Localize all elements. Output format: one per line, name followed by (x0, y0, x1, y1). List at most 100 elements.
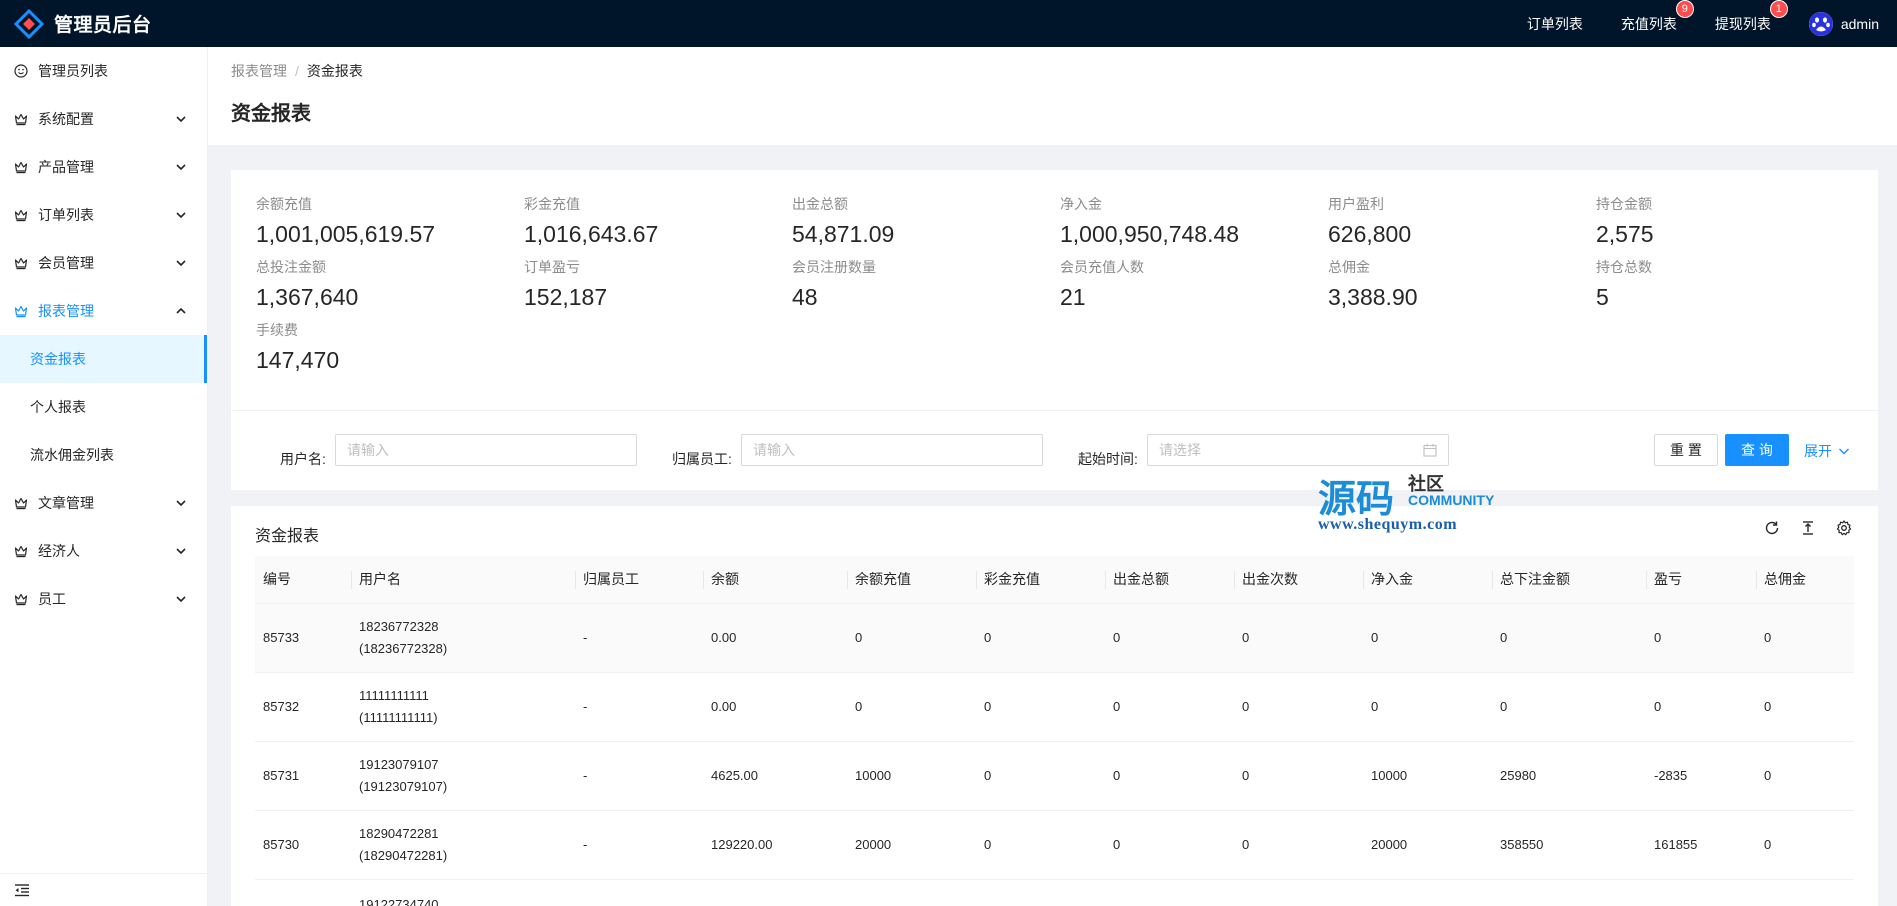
sidebar-item-label: 员工 (38, 591, 66, 607)
crown-icon (14, 544, 28, 558)
sidebar-item-brokers[interactable]: 经济人 (0, 527, 207, 575)
cell-pl: 161855 (1646, 810, 1756, 880)
cell-withdraw (1105, 879, 1234, 906)
cell-net: 0 (1363, 672, 1492, 742)
sidebar-item-products[interactable]: 产品管理 (0, 143, 207, 191)
sidebar-item-label: 经济人 (38, 543, 80, 559)
header-link-orders[interactable]: 订单列表 (1527, 14, 1583, 34)
username-input[interactable]: 请输入 (335, 434, 637, 466)
cell-bet: 358550 (1492, 810, 1646, 880)
column-header[interactable]: 余额充值 (847, 556, 976, 604)
cell-bet: 0 (1492, 672, 1646, 742)
smile-icon (14, 64, 28, 78)
sidebar-item-reports[interactable]: 报表管理 (0, 287, 207, 335)
cell-balance: 0.00 (703, 672, 847, 742)
cell-withdraw-count: 0 (1234, 810, 1363, 880)
cell-withdraw-count: 0 (1234, 672, 1363, 742)
sidebar-item-admins[interactable]: 管理员列表 (0, 47, 207, 95)
stat-fee: 手续费 147,470 (256, 319, 516, 379)
stat-value: 1,000,950,748.48 (1060, 221, 1240, 247)
reload-icon[interactable] (1764, 520, 1780, 536)
stat-value: 1,016,643.67 (524, 221, 659, 247)
crown-icon (14, 256, 28, 270)
header-link-recharge[interactable]: 充值列表 9 (1621, 0, 1693, 34)
menu-collapse-button[interactable] (0, 873, 208, 906)
app-title: 管理员后台 (54, 15, 152, 36)
stat-recharge-members: 会员充值人数 21 (1060, 256, 1320, 316)
page-title: 资金报表 (231, 103, 311, 125)
cell-recharge: 0 (847, 672, 976, 742)
column-header[interactable]: 净入金 (1363, 556, 1492, 604)
table-row[interactable]: 85733 18236772328 (18236772328) - 0.00 0 … (255, 603, 1854, 673)
table-row[interactable]: 85731 19123079107 (19123079107) - 4625.00… (255, 741, 1854, 811)
sidebar-item-members[interactable]: 会员管理 (0, 239, 207, 287)
cell-pl: -2835 (1646, 741, 1756, 811)
crown-icon (14, 304, 28, 318)
table-title: 资金报表 (255, 528, 320, 545)
header-link-withdraw[interactable]: 提现列表 1 (1715, 0, 1787, 34)
stat-position-count: 持仓总数 5 (1596, 256, 1856, 316)
stat-value: 54,871.09 (792, 221, 895, 247)
logo[interactable]: 管理员后台 (13, 8, 152, 39)
stat-bonus-recharge: 彩金充值 1,016,643.67 (524, 193, 784, 253)
stat-value: 2,575 (1596, 221, 1654, 247)
cell-id (255, 879, 351, 906)
cell-staff (575, 879, 703, 906)
column-height-icon[interactable] (1800, 520, 1816, 536)
cell-bonus: 0 (976, 603, 1105, 673)
column-header[interactable]: 用户名 (351, 556, 575, 604)
column-header[interactable]: 出金次数 (1234, 556, 1363, 604)
cell-net (1363, 879, 1492, 906)
column-header[interactable]: 盈亏 (1646, 556, 1756, 604)
gear-icon[interactable] (1836, 520, 1852, 536)
column-header[interactable]: 编号 (255, 556, 351, 604)
chevron-down-icon (1839, 448, 1849, 455)
breadcrumb-parent[interactable]: 报表管理 (231, 63, 287, 79)
sidebar-item-system-config[interactable]: 系统配置 (0, 95, 207, 143)
cell-user-name: 18290472281 (359, 825, 439, 841)
cell-recharge: 10000 (847, 741, 976, 811)
stat-label: 订单盈亏 (524, 259, 580, 275)
start-time-picker[interactable]: 请选择 (1147, 434, 1449, 466)
stat-label: 持仓总数 (1596, 259, 1652, 275)
cell-id: 85733 (255, 603, 351, 673)
top-header: 管理员后台 订单列表 充值列表 9 提现列表 1 admin (0, 0, 1897, 47)
staff-input[interactable]: 请输入 (741, 434, 1043, 466)
sidebar-item-commission-list[interactable]: 流水佣金列表 (0, 431, 207, 479)
cell-bet: 0 (1492, 603, 1646, 673)
table-row[interactable]: 85732 11111111111 (11111111111) - 0.00 0 … (255, 672, 1854, 742)
sidebar-item-label: 文章管理 (38, 495, 94, 511)
reset-button[interactable]: 重 置 (1654, 434, 1718, 466)
stat-balance-recharge: 余额充值 1,001,005,619.57 (256, 193, 516, 253)
sidebar-item-articles[interactable]: 文章管理 (0, 479, 207, 527)
stat-user-profit: 用户盈利 626,800 (1328, 193, 1588, 253)
cell-withdraw-count: 0 (1234, 741, 1363, 811)
query-button[interactable]: 查 询 (1725, 434, 1789, 466)
column-header[interactable]: 彩金充值 (976, 556, 1105, 604)
sidebar-item-staff[interactable]: 员工 (0, 575, 207, 623)
column-header[interactable]: 余额 (703, 556, 847, 604)
sidebar-item-personal-report[interactable]: 个人报表 (0, 383, 207, 431)
chevron-down-icon (176, 164, 186, 171)
chevron-down-icon (176, 548, 186, 555)
column-header[interactable]: 出金总额 (1105, 556, 1234, 604)
column-header[interactable]: 总佣金 (1756, 556, 1854, 604)
cell-balance: 0.00 (703, 603, 847, 673)
stat-label: 总投注金额 (256, 259, 326, 275)
sidebar-item-fund-report[interactable]: 资金报表 (0, 335, 207, 383)
cell-commission: 0 (1756, 810, 1854, 880)
stats-card: 余额充值 1,001,005,619.57 彩金充值 1,016,643.67 出金… (231, 170, 1878, 410)
table-row[interactable]: 19122734740 (255, 879, 1854, 906)
cell-net: 10000 (1363, 741, 1492, 811)
cell-bet (1492, 879, 1646, 906)
table-row[interactable]: 85730 18290472281 (18290472281) - 129220.… (255, 810, 1854, 880)
stat-total-commission: 总佣金 3,388.90 (1328, 256, 1588, 316)
start-time-placeholder: 请选择 (1159, 442, 1201, 458)
stat-value: 5 (1596, 284, 1609, 310)
user-menu[interactable]: admin (1808, 11, 1879, 36)
sidebar-item-orders[interactable]: 订单列表 (0, 191, 207, 239)
expand-toggle[interactable]: 展开 (1804, 441, 1850, 461)
column-header[interactable]: 归属员工 (575, 556, 703, 604)
column-header[interactable]: 总下注金额 (1492, 556, 1646, 604)
stat-label: 会员充值人数 (1060, 259, 1144, 275)
